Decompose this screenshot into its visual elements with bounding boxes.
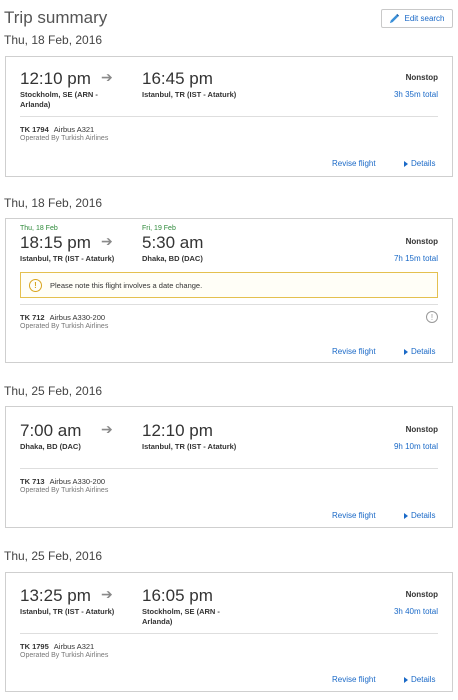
flight-card-2: Thu, 18 Feb Fri, 19 Feb 18:15 pm ➔ 5:30 …	[5, 218, 453, 363]
revise-flight-link[interactable]: Revise flight	[332, 159, 376, 168]
date-change-notice: ! Please note this flight involves a dat…	[20, 272, 438, 298]
departure-place: Stockholm, SE (ARN - Arlanda)	[20, 90, 98, 109]
stops-label: Nonstop	[405, 237, 438, 246]
details-label: Details	[411, 347, 436, 356]
page-title: Trip summary	[4, 8, 108, 27]
flight-card-4: 13:25 pm ➔ 16:05 pm Istanbul, TR (IST - …	[5, 572, 453, 692]
triangle-right-icon	[404, 676, 408, 683]
departure-time: 13:25 pm	[20, 586, 91, 605]
revise-flight-link[interactable]: Revise flight	[332, 675, 376, 684]
flight-info: TK 1795 Airbus A321	[20, 642, 94, 651]
triangle-right-icon	[404, 160, 408, 167]
departure-place: Dhaka, BD (DAC)	[20, 442, 81, 451]
departure-time: 12:10 pm	[20, 69, 91, 88]
details-link[interactable]: Details	[404, 159, 435, 168]
arrival-time: 5:30 am	[142, 233, 204, 252]
duration-label: 7h 15m total	[393, 254, 438, 263]
flight-number: TK 713	[20, 477, 45, 486]
flight-info: TK 713 Airbus A330-200	[20, 477, 105, 486]
stops-label: Nonstop	[405, 590, 438, 599]
segment-1-date-heading: Thu, 18 Feb, 2016	[4, 33, 103, 47]
triangle-right-icon	[404, 348, 408, 355]
arrival-date: Fri, 19 Feb	[142, 225, 176, 232]
warning-icon: !	[29, 278, 42, 292]
plane-arrow-icon: ➔	[101, 69, 113, 85]
divider	[20, 633, 438, 634]
edit-search-label: Edit search	[404, 14, 445, 23]
info-icon[interactable]: !	[426, 311, 438, 323]
divider	[20, 304, 438, 305]
flight-info: TK 1794 Airbus A321	[20, 125, 94, 134]
stops-label: Nonstop	[405, 425, 438, 434]
details-link[interactable]: Details	[404, 511, 435, 520]
revise-flight-link[interactable]: Revise flight	[332, 347, 376, 356]
arrival-place: Istanbul, TR (IST - Ataturk)	[142, 442, 237, 451]
edit-search-button[interactable]: Edit search	[381, 9, 453, 28]
operated-by: Operated By Turkish Airlines	[20, 487, 109, 494]
operated-by: Operated By Turkish Airlines	[20, 323, 109, 330]
flight-number: TK 1795	[20, 642, 49, 651]
details-label: Details	[411, 159, 436, 168]
segment-3-date-heading: Thu, 25 Feb, 2016	[4, 384, 103, 398]
plane-arrow-icon: ➔	[101, 586, 113, 602]
segment-4-date-heading: Thu, 25 Feb, 2016	[4, 549, 103, 563]
flight-number: TK 712	[20, 313, 45, 322]
plane-arrow-icon: ➔	[101, 421, 113, 437]
aircraft: Airbus A321	[53, 125, 95, 134]
departure-place: Istanbul, TR (IST - Ataturk)	[20, 254, 115, 263]
aircraft: Airbus A330-200	[49, 313, 106, 322]
aircraft: Airbus A321	[53, 642, 95, 651]
divider	[20, 116, 438, 117]
stops-label: Nonstop	[405, 73, 438, 82]
arrival-time: 16:05 pm	[142, 586, 213, 605]
aircraft: Airbus A330-200	[49, 477, 106, 486]
segment-2-date-heading: Thu, 18 Feb, 2016	[4, 196, 103, 210]
divider	[20, 468, 438, 469]
details-link[interactable]: Details	[404, 347, 435, 356]
notice-text: Please note this flight involves a date …	[50, 280, 203, 290]
flight-number: TK 1794	[20, 125, 49, 134]
operated-by: Operated By Turkish Airlines	[20, 652, 109, 659]
triangle-right-icon	[404, 512, 408, 519]
arrival-time: 16:45 pm	[142, 69, 213, 88]
departure-place: Istanbul, TR (IST - Ataturk)	[20, 607, 115, 616]
arrival-place: Dhaka, BD (DAC)	[142, 254, 203, 263]
operated-by: Operated By Turkish Airlines	[20, 135, 109, 142]
departure-time: 18:15 pm	[20, 233, 91, 252]
details-link[interactable]: Details	[404, 675, 435, 684]
duration-label: 3h 40m total	[393, 607, 438, 616]
departure-date: Thu, 18 Feb	[20, 225, 58, 232]
duration-label: 9h 10m total	[393, 442, 438, 451]
arrival-place: Stockholm, SE (ARN - Arlanda)	[142, 607, 220, 626]
arrival-time: 12:10 pm	[142, 421, 213, 440]
flight-card-3: 7:00 am ➔ 12:10 pm Dhaka, BD (DAC) Istan…	[5, 406, 453, 528]
details-label: Details	[411, 511, 436, 520]
details-label: Details	[411, 675, 436, 684]
pencil-icon	[390, 13, 400, 24]
plane-arrow-icon: ➔	[101, 233, 113, 249]
revise-flight-link[interactable]: Revise flight	[332, 511, 376, 520]
departure-time: 7:00 am	[20, 421, 82, 440]
flight-info: TK 712 Airbus A330-200	[20, 313, 105, 322]
flight-card-1: 12:10 pm ➔ 16:45 pm Stockholm, SE (ARN -…	[5, 56, 453, 177]
duration-label: 3h 35m total	[393, 90, 438, 99]
arrival-place: Istanbul, TR (IST - Ataturk)	[142, 90, 237, 99]
